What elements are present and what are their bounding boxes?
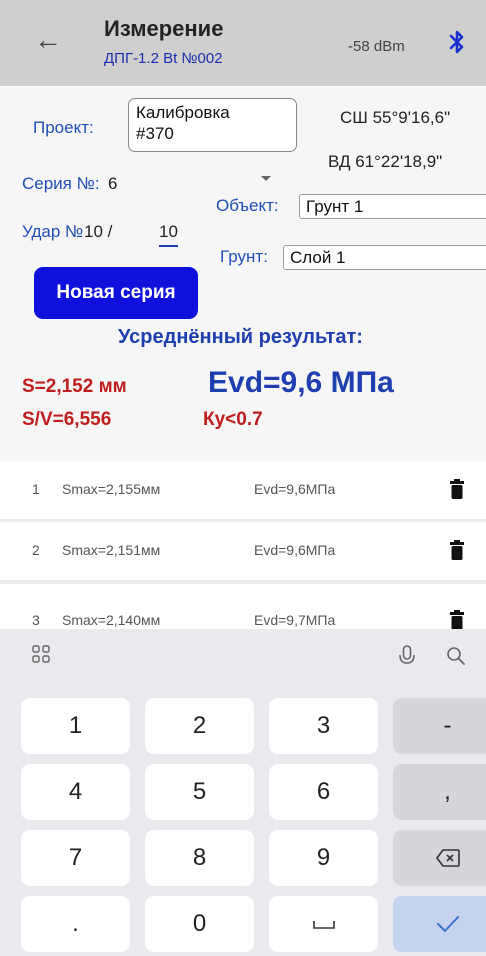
series-label: Серия №: — [22, 174, 100, 193]
average-result-title: Усреднённый результат: — [118, 326, 363, 348]
item-number: 2 — [32, 542, 40, 558]
list-item[interactable]: 2 Smax=2,151мм Evd=9,6МПа — [0, 522, 486, 580]
space-icon — [312, 921, 335, 929]
key-0[interactable]: 0 — [145, 896, 254, 952]
hit-label: Удар № — [22, 222, 84, 241]
backspace-key[interactable] — [393, 830, 486, 886]
evd-result: Evd=9,6 МПа — [208, 366, 394, 399]
trash-icon[interactable] — [449, 610, 465, 630]
ky-result: Ку<0.7 — [203, 409, 263, 430]
item-evd: Evd=9,6МПа — [254, 481, 336, 497]
project-label: Проект: — [33, 118, 94, 137]
latitude: СШ 55°9'16,6" — [340, 108, 451, 127]
project-value-line2: #370 — [136, 124, 174, 143]
done-key[interactable] — [393, 896, 486, 952]
object-label: Объект: — [216, 196, 279, 215]
soil-label: Грунт: — [220, 247, 268, 266]
sv-result: S/V=6,556 — [22, 409, 112, 430]
object-input[interactable]: Грунт 1 — [299, 194, 486, 219]
measurement-list: 1 Smax=2,155мм Evd=9,6МПа 2 Smax=2,151мм… — [0, 461, 486, 633]
backspace-icon — [435, 849, 460, 867]
key-6[interactable]: 6 — [269, 764, 378, 820]
arrow-left-icon[interactable]: ← — [34, 26, 62, 54]
hit-value: 10 / — [84, 222, 113, 241]
key-5[interactable]: 5 — [145, 764, 254, 820]
grid-icon[interactable] — [32, 645, 50, 663]
trash-icon[interactable] — [449, 479, 465, 499]
hit-total-input[interactable]: 10 — [159, 222, 178, 247]
series-value: 6 — [108, 174, 118, 193]
key-comma[interactable]: , — [393, 764, 486, 820]
longitude: ВД 61°22'18,9" — [328, 152, 443, 171]
signal-strength: -58 dBm — [348, 38, 405, 55]
trash-icon[interactable] — [449, 540, 465, 560]
key-7[interactable]: 7 — [21, 830, 130, 886]
search-icon[interactable] — [446, 646, 466, 666]
key-4[interactable]: 4 — [21, 764, 130, 820]
measurement-form: Проект: Калибровка #370 СШ 55°9'16,6" ВД… — [0, 86, 486, 461]
microphone-icon[interactable] — [398, 645, 416, 667]
list-item[interactable]: 3 Smax=2,140мм Evd=9,7МПа — [0, 584, 486, 633]
keyboard-toolbar — [0, 629, 486, 689]
key-3[interactable]: 3 — [269, 698, 378, 754]
numeric-keyboard: 1 2 3 - 4 5 6 , 7 8 9 . 0 — [0, 629, 486, 956]
bluetooth-icon[interactable] — [448, 28, 466, 56]
item-smax: Smax=2,151мм — [62, 542, 161, 558]
key-minus[interactable]: - — [393, 698, 486, 754]
key-dot[interactable]: . — [21, 896, 130, 952]
item-number: 1 — [32, 481, 40, 497]
app-bar: ← Измерение ДПГ-1.2 Bt №002 -58 dBm — [0, 0, 486, 86]
item-smax: Smax=2,140мм — [62, 612, 161, 628]
list-item[interactable]: 1 Smax=2,155мм Evd=9,6МПа — [0, 461, 486, 519]
item-number: 3 — [32, 612, 40, 628]
checkmark-icon — [436, 916, 459, 932]
new-series-button[interactable]: Новая серия — [34, 267, 198, 319]
soil-input[interactable]: Слой 1 — [283, 245, 486, 270]
device-name: ДПГ-1.2 Bt №002 — [104, 50, 223, 67]
page-title: Измерение — [104, 16, 224, 41]
item-evd: Evd=9,6МПа — [254, 542, 336, 558]
series-dropdown-arrow-icon[interactable] — [261, 176, 271, 181]
project-input[interactable]: Калибровка #370 — [128, 98, 297, 152]
project-value-line1: Калибровка — [136, 103, 230, 122]
key-2[interactable]: 2 — [145, 698, 254, 754]
space-key[interactable] — [269, 896, 378, 952]
item-evd: Evd=9,7МПа — [254, 612, 336, 628]
s-result: S=2,152 мм — [22, 376, 127, 397]
key-1[interactable]: 1 — [21, 698, 130, 754]
item-smax: Smax=2,155мм — [62, 481, 161, 497]
key-8[interactable]: 8 — [145, 830, 254, 886]
key-9[interactable]: 9 — [269, 830, 378, 886]
